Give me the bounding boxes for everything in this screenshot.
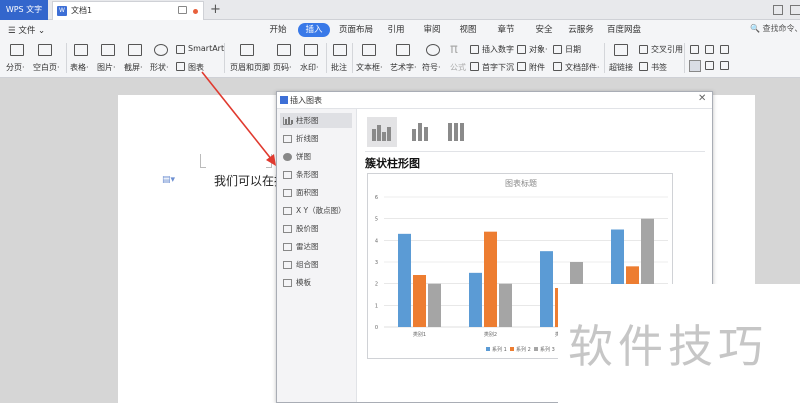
arrow-head (266, 154, 276, 166)
watermark-text: 软件技巧 (568, 320, 769, 373)
arrow-line (201, 71, 273, 161)
